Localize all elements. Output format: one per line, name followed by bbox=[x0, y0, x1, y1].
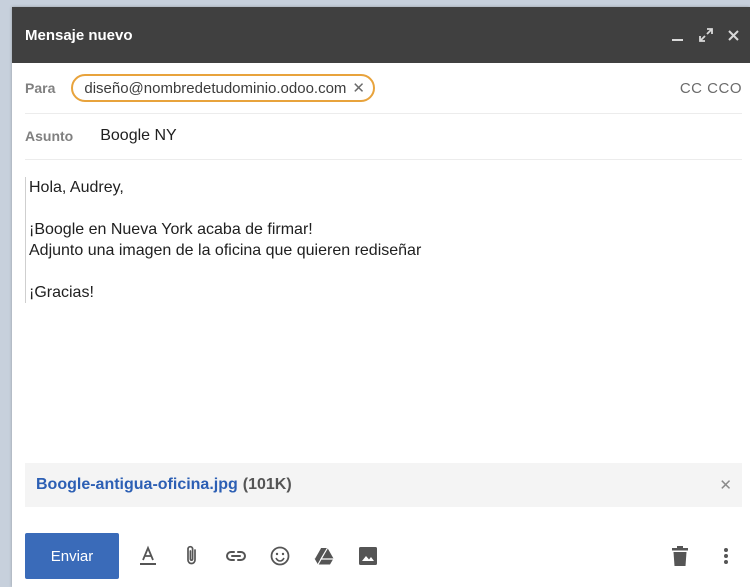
window-controls bbox=[671, 28, 740, 42]
expand-icon[interactable] bbox=[699, 28, 713, 42]
link-icon[interactable] bbox=[224, 544, 248, 568]
chip-remove-icon[interactable]: ✕ bbox=[352, 79, 365, 97]
compose-titlebar: Mensaje nuevo bbox=[12, 7, 750, 63]
format-tools bbox=[136, 544, 380, 568]
subject-input[interactable]: Boogle NY bbox=[100, 127, 177, 145]
subject-row[interactable]: Asunto Boogle NY bbox=[25, 113, 742, 160]
recipient-email: diseño@nombredetudominio.odoo.com bbox=[84, 79, 347, 97]
compose-toolbar: Enviar bbox=[25, 533, 742, 579]
send-button[interactable]: Enviar bbox=[25, 533, 119, 579]
body-closing: ¡Gracias! bbox=[29, 284, 94, 301]
window-title: Mensaje nuevo bbox=[25, 26, 133, 44]
text-format-icon[interactable] bbox=[136, 544, 160, 568]
message-body[interactable]: Hola, Audrey, ¡Boogle en Nueva York acab… bbox=[25, 177, 549, 303]
more-vertical-icon[interactable] bbox=[714, 544, 738, 568]
image-icon[interactable] bbox=[356, 544, 380, 568]
body-greeting: Hola, Audrey, bbox=[29, 179, 124, 196]
attachment-size: (101K) bbox=[242, 476, 292, 493]
subject-label: Asunto bbox=[25, 128, 74, 144]
recipient-chip[interactable]: diseño@nombredetudominio.odoo.com ✕ bbox=[71, 74, 375, 102]
attachment-name[interactable]: Boogle-antigua-oficina.jpg bbox=[36, 476, 238, 494]
trash-icon[interactable] bbox=[668, 544, 692, 568]
close-icon[interactable] bbox=[727, 29, 740, 42]
minimize-icon[interactable] bbox=[671, 28, 685, 42]
to-label: Para bbox=[25, 80, 56, 96]
emoji-icon[interactable] bbox=[268, 544, 292, 568]
body-line-1: ¡Boogle en Nueva York acaba de firmar! bbox=[29, 221, 313, 238]
recipients-row: Para diseño@nombredetudominio.odoo.com ✕… bbox=[25, 63, 742, 114]
attachment-close-icon[interactable]: ✕ bbox=[719, 476, 732, 494]
compose-window: Mensaje nuevo Para diseño@nombredetudomi… bbox=[12, 7, 750, 587]
body-line-2: Adjunto una imagen de la oficina que qui… bbox=[29, 242, 422, 259]
cc-bcc-links[interactable]: CC CCO bbox=[680, 80, 742, 97]
body-paragraph: ¡Boogle en Nueva York acaba de firmar! A… bbox=[29, 219, 549, 261]
paperclip-icon[interactable] bbox=[180, 544, 204, 568]
right-tools bbox=[668, 544, 738, 568]
attachment-item: Boogle-antigua-oficina.jpg (101K) ✕ bbox=[25, 463, 742, 507]
drive-icon[interactable] bbox=[312, 544, 336, 568]
